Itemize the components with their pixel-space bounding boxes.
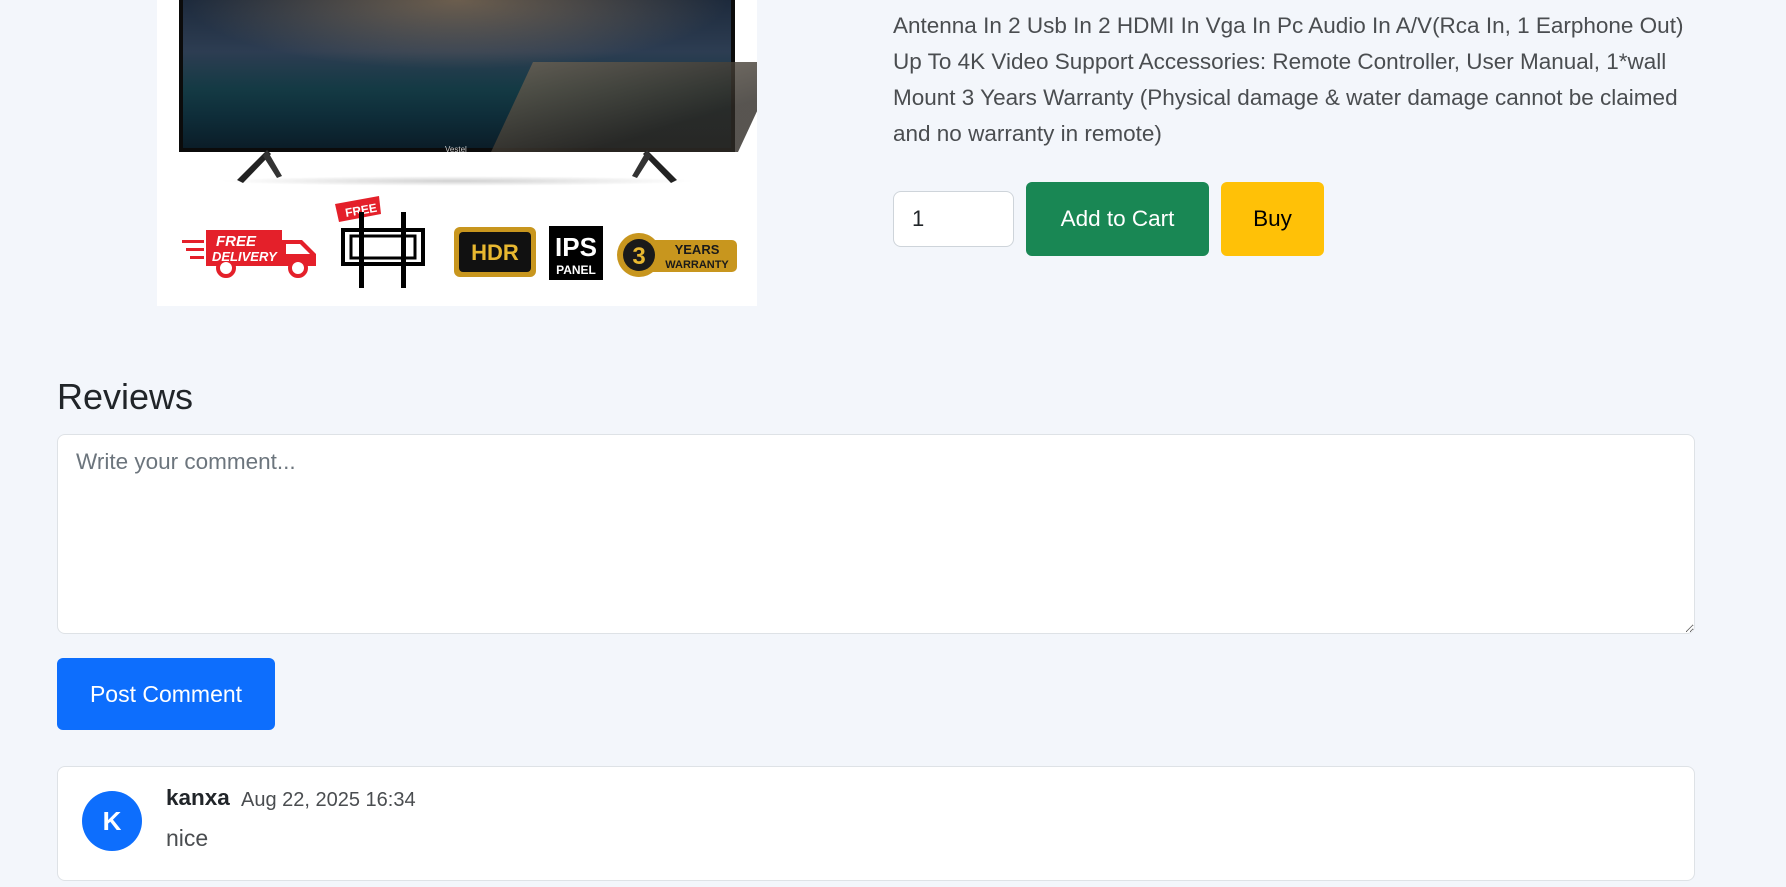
quantity-input[interactable] xyxy=(893,191,1014,247)
reviews-heading: Reviews xyxy=(57,376,194,417)
svg-text:YEARS: YEARS xyxy=(675,242,720,257)
review-item: K kanxa Aug 22, 2025 16:34 nice xyxy=(57,766,1695,881)
buy-button[interactable]: Buy xyxy=(1221,182,1324,256)
review-text: nice xyxy=(166,825,209,851)
svg-text:PANEL: PANEL xyxy=(556,263,596,277)
warranty-badge: 3 YEARS WARRANTY xyxy=(617,233,737,277)
post-comment-button[interactable]: Post Comment xyxy=(57,658,275,730)
free-delivery-badge: FREE DELIVERY xyxy=(182,230,316,278)
feature-badges: FREE DELIVERY FREE HDR IPS PANEL 3 YEARS… xyxy=(157,196,757,296)
hdr-badge: HDR xyxy=(454,227,536,277)
tv-screen xyxy=(179,0,757,152)
wall-mount-icon: FREE xyxy=(335,196,425,288)
svg-text:FREE: FREE xyxy=(216,233,257,250)
add-to-cart-button[interactable]: Add to Cart xyxy=(1026,182,1209,256)
product-image: Vestel FREE DELIVERY FREE HDR IPS PANEL … xyxy=(157,0,757,306)
svg-text:WARRANTY: WARRANTY xyxy=(665,259,729,271)
review-author: kanxa xyxy=(166,785,230,810)
ips-panel-badge: IPS PANEL xyxy=(549,226,603,280)
svg-text:IPS: IPS xyxy=(555,232,597,262)
svg-text:3: 3 xyxy=(632,243,645,270)
avatar: K xyxy=(82,791,142,851)
svg-text:HDR: HDR xyxy=(471,240,519,265)
review-date: Aug 22, 2025 16:34 xyxy=(241,789,416,811)
tv-brand-label: Vestel xyxy=(445,145,467,154)
svg-text:DELIVERY: DELIVERY xyxy=(212,249,278,264)
comment-input[interactable] xyxy=(57,434,1695,634)
product-description: Antenna In 2 Usb In 2 HDMI In Vga In Pc … xyxy=(893,13,1684,146)
